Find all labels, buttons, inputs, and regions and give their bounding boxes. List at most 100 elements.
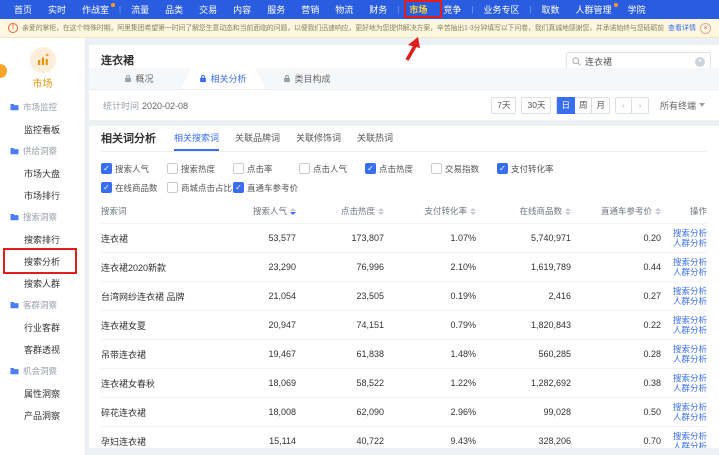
metric-click-rate[interactable]: 点击率 xyxy=(233,161,299,176)
nav-item-compete[interactable]: 竞争 xyxy=(435,3,469,16)
nav-item-market[interactable]: 市场 xyxy=(401,3,435,16)
action-link-search-analysis[interactable]: 搜索分析 xyxy=(673,373,707,383)
tab-category-composition[interactable]: 类目构成 xyxy=(265,68,349,89)
app-badge: 市场 xyxy=(0,38,85,90)
panel-tab-related-modifier-words[interactable]: 关联修饰词 xyxy=(296,126,341,151)
checkbox-online-products[interactable]: ✓ xyxy=(101,182,112,193)
action-link-crowd-analysis[interactable]: 人群分析 xyxy=(673,412,707,422)
checkbox-click-rate[interactable] xyxy=(233,163,244,174)
action-link-crowd-analysis[interactable]: 人群分析 xyxy=(673,354,707,364)
action-link-search-analysis[interactable]: 搜索分析 xyxy=(673,286,707,296)
sidebar-item-market-ranking[interactable]: 市场排行 xyxy=(0,184,85,206)
action-link-crowd-analysis[interactable]: 人群分析 xyxy=(673,267,707,277)
checkbox-pay-conversion[interactable]: ✓ xyxy=(497,163,508,174)
column-label: 点击热度 xyxy=(341,205,375,217)
action-link-search-analysis[interactable]: 搜索分析 xyxy=(673,257,707,267)
nav-item-home[interactable]: 首页 xyxy=(6,3,40,16)
nav-item-finance[interactable]: 财务 xyxy=(361,3,395,16)
metric-online-products[interactable]: ✓在线商品数 xyxy=(101,180,167,195)
sidebar-item-industry-crowd[interactable]: 行业客群 xyxy=(0,316,85,338)
action-link-search-analysis[interactable]: 搜索分析 xyxy=(673,431,707,441)
action-link-crowd-analysis[interactable]: 人群分析 xyxy=(673,296,707,306)
tab-overview[interactable]: 概况 xyxy=(97,68,181,89)
pager-prev-icon[interactable]: ‹ xyxy=(615,97,632,114)
nav-item-trade[interactable]: 交易 xyxy=(191,3,225,16)
nav-item-realtime[interactable]: 实时 xyxy=(40,3,74,16)
metric-trade-index[interactable]: 交易指数 xyxy=(431,161,497,176)
cell-keyword: 连衣裙 xyxy=(101,232,216,245)
action-link-search-analysis[interactable]: 搜索分析 xyxy=(673,402,707,412)
granularity-week[interactable]: 周 xyxy=(575,97,593,114)
notice-detail-link[interactable]: 查看详情 xyxy=(668,23,696,33)
range-button-30d[interactable]: 30天 xyxy=(521,97,551,114)
column-header-click-heat[interactable]: 点击热度 xyxy=(296,205,384,217)
metric-search-popularity[interactable]: ✓搜索人气 xyxy=(101,161,167,176)
cell-value: 18,069 xyxy=(216,378,296,388)
folder-icon xyxy=(10,142,19,160)
granularity-group: 日周月 xyxy=(556,97,610,114)
panel-tab-related-brand-words[interactable]: 关联品牌词 xyxy=(235,126,280,151)
metric-search-heat[interactable]: 搜索热度 xyxy=(167,161,233,176)
terminal-dropdown[interactable]: 所有终端 xyxy=(660,99,705,112)
action-link-crowd-analysis[interactable]: 人群分析 xyxy=(673,238,707,248)
nav-item-marketing[interactable]: 营销 xyxy=(293,3,327,16)
checkbox-click-heat[interactable]: ✓ xyxy=(365,163,376,174)
close-icon[interactable]: × xyxy=(700,23,711,34)
nav-item-academy[interactable]: 学院 xyxy=(620,3,654,16)
granularity-month[interactable]: 月 xyxy=(592,97,610,114)
nav-item-biz-zone[interactable]: 业务专区 xyxy=(475,3,527,16)
sidebar-item-product-insight[interactable]: 产品洞察 xyxy=(0,404,85,426)
checkbox-click-popularity[interactable] xyxy=(299,163,310,174)
column-header-search-popularity[interactable]: 搜索人气 xyxy=(216,205,296,217)
nav-item-data-fetch[interactable]: 取数 xyxy=(534,3,568,16)
nav-item-content[interactable]: 内容 xyxy=(225,3,259,16)
panel-tab-related-search-words[interactable]: 相关搜索词 xyxy=(174,126,219,151)
sidebar-item-search-crowd[interactable]: 搜索人群 xyxy=(0,272,85,294)
metric-click-popularity[interactable]: 点击人气 xyxy=(299,161,365,176)
range-button-7d[interactable]: 7天 xyxy=(491,97,516,114)
sidebar-item-monitor-board[interactable]: 监控看板 xyxy=(0,118,85,140)
metric-pay-conversion[interactable]: ✓支付转化率 xyxy=(497,161,563,176)
metric-click-heat[interactable]: ✓点击热度 xyxy=(365,161,431,176)
sidebar-item-search-ranking[interactable]: 搜索排行 xyxy=(0,228,85,250)
nav-item-war-room[interactable]: 作战室 xyxy=(74,3,117,16)
checkbox-trade-index[interactable] xyxy=(431,163,442,174)
granularity-day[interactable]: 日 xyxy=(556,97,575,114)
clear-icon[interactable]: × xyxy=(695,57,705,67)
action-link-search-analysis[interactable]: 搜索分析 xyxy=(673,315,707,325)
column-header-pay-conversion[interactable]: 支付转化率 xyxy=(384,205,476,217)
sidebar-group-label: 机会洞察 xyxy=(23,365,57,377)
metric-ztc-ref-price[interactable]: ✓直通车参考价 xyxy=(233,180,299,195)
pager-group: ‹› xyxy=(615,97,649,114)
action-link-search-analysis[interactable]: 搜索分析 xyxy=(673,344,707,354)
column-header-online-products[interactable]: 在线商品数 xyxy=(476,205,571,217)
column-label: 在线商品数 xyxy=(519,205,562,217)
checkbox-search-heat[interactable] xyxy=(167,163,178,174)
checkbox-ztc-ref-price[interactable]: ✓ xyxy=(233,182,244,193)
nav-item-category[interactable]: 品类 xyxy=(157,3,191,16)
action-link-search-analysis[interactable]: 搜索分析 xyxy=(673,228,707,238)
action-link-crowd-analysis[interactable]: 人群分析 xyxy=(673,325,707,335)
column-header-ztc-ref-price[interactable]: 直通车参考价 xyxy=(571,205,661,217)
nav-item-crowd-mgmt[interactable]: 人群管理 xyxy=(568,3,620,16)
checkbox-mall-click-ratio[interactable] xyxy=(167,182,178,193)
lock-icon xyxy=(283,74,291,83)
nav-item-logistics[interactable]: 物流 xyxy=(327,3,361,16)
panel-tab-related-hot-words[interactable]: 关联热词 xyxy=(357,126,393,151)
tab-related-analysis[interactable]: 相关分析 xyxy=(181,68,265,89)
search-input[interactable] xyxy=(585,57,691,67)
nav-item-service[interactable]: 服务 xyxy=(259,3,293,16)
action-link-crowd-analysis[interactable]: 人群分析 xyxy=(673,383,707,393)
action-link-crowd-analysis[interactable]: 人群分析 xyxy=(673,441,707,448)
sidebar-item-market-overview[interactable]: 市场大盘 xyxy=(0,162,85,184)
column-header-keyword: 搜索词 xyxy=(101,205,216,217)
nav-item-traffic[interactable]: 流量 xyxy=(123,3,157,16)
sidebar-item-attribute-insight[interactable]: 属性洞察 xyxy=(0,382,85,404)
pager-next-icon[interactable]: › xyxy=(632,97,649,114)
cell-value: 15,114 xyxy=(216,436,296,446)
top-navbar: 首页实时作战室|流量品类交易内容服务营销物流财务|市场竞争|业务专区|取数人群管… xyxy=(0,0,719,19)
sidebar-item-crowd-perspective[interactable]: 客群透视 xyxy=(0,338,85,360)
metric-mall-click-ratio[interactable]: 商城点击占比 xyxy=(167,180,233,195)
sidebar-item-search-analysis[interactable]: 搜索分析 xyxy=(0,250,85,272)
checkbox-search-popularity[interactable]: ✓ xyxy=(101,163,112,174)
